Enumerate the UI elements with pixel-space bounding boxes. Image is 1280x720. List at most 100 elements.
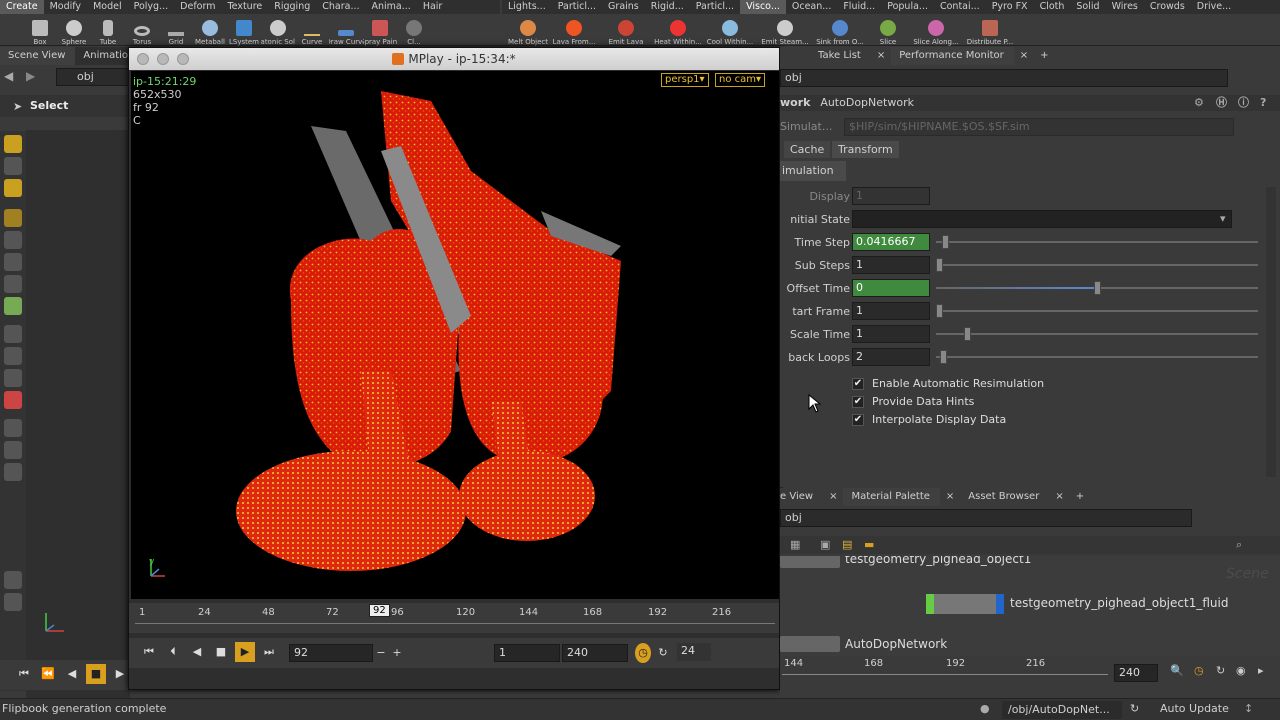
tab-asset-browser[interactable]: Asset Browser: [960, 488, 1049, 506]
viewport-options-icon[interactable]: [4, 571, 22, 589]
shelf-tab-character[interactable]: Chara...: [316, 0, 365, 14]
sub-steps-field[interactable]: 1: [852, 256, 930, 274]
tool-sink-from[interactable]: Sink from O...: [814, 14, 866, 46]
realtime-icon[interactable]: ◷: [635, 643, 651, 663]
shelf-tab-rigging[interactable]: Rigging: [268, 0, 316, 14]
main-end-frame-field[interactable]: 240: [1114, 664, 1158, 682]
param-scrollbar[interactable]: [1266, 187, 1276, 477]
step-back-key-icon[interactable]: ⏪: [38, 664, 58, 684]
viewport-shading-icon[interactable]: [4, 593, 22, 611]
mplay-timeline[interactable]: 1 24 48 72 96 120 144 168 192 216 92: [129, 603, 779, 633]
close-tree-icon[interactable]: ×: [823, 488, 843, 506]
shelf-tab-drive[interactable]: Drive...: [1191, 0, 1237, 14]
close-take-list-icon[interactable]: ×: [871, 47, 891, 65]
persp-menu[interactable]: persp1▾: [661, 73, 709, 87]
node-fluid[interactable]: [926, 594, 1004, 614]
mp-jump-start-icon[interactable]: ⏮: [139, 642, 159, 662]
param-path-field[interactable]: obj: [780, 69, 1228, 87]
path-field[interactable]: obj: [56, 68, 130, 86]
shelf-tab-lights[interactable]: Lights...: [502, 0, 552, 14]
tool-draw-curve[interactable]: Draw Curve: [329, 14, 363, 46]
help-icon[interactable]: ?: [1260, 95, 1266, 111]
paint-tool-icon[interactable]: [4, 157, 22, 175]
stop-icon[interactable]: ■: [86, 664, 106, 684]
time-step-slider[interactable]: [936, 235, 1258, 249]
shelf-tab-particles[interactable]: Particl...: [552, 0, 602, 14]
tool-lsystem[interactable]: LSystem: [227, 14, 261, 46]
mplay-viewport[interactable]: ip-15:21:29 652x530 fr 92 C persp1▾ no c…: [131, 71, 779, 599]
mp-jump-end-icon[interactable]: ⏭: [259, 642, 279, 662]
scale-time-slider[interactable]: [936, 327, 1258, 341]
loop-icon[interactable]: ↻: [655, 643, 671, 663]
interpolate-checkbox[interactable]: ✔: [852, 414, 864, 426]
refresh-icon[interactable]: ↻: [1130, 702, 1139, 715]
network-path-field[interactable]: obj: [780, 509, 1192, 527]
update-mode-chevron-icon[interactable]: ↕: [1244, 702, 1253, 715]
rotate-tool-icon[interactable]: [4, 231, 22, 249]
bundle-icon[interactable]: ▬: [864, 538, 874, 551]
feedback-loops-slider[interactable]: [936, 350, 1258, 364]
network-editor[interactable]: Scene testgeometry_pighead_object1 testg…: [780, 556, 1280, 656]
tool-heat-within[interactable]: Heat Within...: [652, 14, 704, 46]
shelf-tab-viscous[interactable]: Visco...: [740, 0, 786, 14]
mp-play-icon[interactable]: ▶: [235, 642, 255, 662]
current-frame-marker[interactable]: 92: [369, 604, 390, 617]
tool-tube[interactable]: Tube: [91, 14, 125, 46]
shelf-tab-container[interactable]: Contai...: [934, 0, 986, 14]
camera-menu[interactable]: no cam▾: [715, 73, 766, 87]
view-tool-icon[interactable]: [4, 325, 22, 343]
slider-knob[interactable]: [1094, 281, 1101, 295]
brush-tool-icon[interactable]: [4, 179, 22, 197]
time-step-field[interactable]: 0.0416667: [852, 233, 930, 251]
tab-transform[interactable]: Transform: [832, 141, 899, 158]
resim-checkbox[interactable]: ✔: [852, 378, 864, 390]
shelf-tab-polygon[interactable]: Polyg...: [128, 0, 175, 14]
layout-icon[interactable]: ▣: [820, 538, 830, 551]
shelf-tab-deform[interactable]: Deform: [174, 0, 221, 14]
node-pighead[interactable]: [780, 556, 840, 568]
tool-clip[interactable]: Cl...: [397, 14, 431, 46]
node-autodop[interactable]: [780, 636, 840, 652]
frame-increment-icon[interactable]: +: [389, 643, 405, 663]
tool-distribute[interactable]: Distribute P...: [962, 14, 1018, 46]
mp-play-reverse-icon[interactable]: ◀: [187, 642, 207, 662]
slider-knob[interactable]: [940, 350, 947, 364]
tool-slice[interactable]: Slice: [866, 14, 910, 46]
shelf-tab-crowds[interactable]: Crowds: [1144, 0, 1191, 14]
mp-stop-icon[interactable]: ■: [211, 642, 231, 662]
fps-field[interactable]: 24: [677, 643, 711, 661]
tool-spray-paint[interactable]: Spray Paint: [363, 14, 397, 46]
tab-take-list[interactable]: Take List: [810, 47, 871, 65]
tab-tree-view[interactable]: e View: [780, 488, 823, 506]
handle-tool-icon[interactable]: [4, 275, 22, 293]
slider-knob[interactable]: [936, 258, 943, 272]
mp-step-back-icon[interactable]: ⏴: [163, 642, 183, 662]
start-frame-param-field[interactable]: 1: [852, 302, 930, 320]
info-icon[interactable]: ⓘ: [1238, 95, 1249, 111]
shelf-tab-ocean[interactable]: Ocean...: [786, 0, 837, 14]
pose-tool-icon[interactable]: [4, 297, 22, 315]
forward-arrow-icon[interactable]: ▶: [26, 69, 40, 83]
scale-tool-icon[interactable]: [4, 253, 22, 271]
tab-performance-monitor[interactable]: Performance Monitor: [891, 47, 1014, 65]
shelf-tab-particles2[interactable]: Particl...: [690, 0, 740, 14]
shelf-tab-animation[interactable]: Anima...: [366, 0, 417, 14]
tool-cool-within[interactable]: Cool Within...: [704, 14, 756, 46]
shelf-tab-model[interactable]: Model: [87, 0, 128, 14]
tool-emit-lava[interactable]: Emit Lava: [600, 14, 652, 46]
offset-time-slider[interactable]: [936, 281, 1258, 295]
shelf-tab-rigid[interactable]: Rigid...: [645, 0, 690, 14]
main-timeline[interactable]: 144 168 192 216 240 🔍 ◷ ↻ ◉ ▸: [780, 658, 1280, 684]
shelf-tab-create[interactable]: Create: [0, 0, 44, 14]
scale-time-field[interactable]: 1: [852, 325, 930, 343]
realtime-main-icon[interactable]: ◷: [1194, 664, 1204, 677]
move-tool-icon[interactable]: [4, 209, 22, 227]
select-tool-icon[interactable]: [4, 135, 22, 153]
add-tab-icon[interactable]: +: [1034, 47, 1054, 65]
shelf-tab-populate[interactable]: Popula...: [881, 0, 934, 14]
tool-melt-object[interactable]: Melt Object: [508, 14, 548, 46]
gear-icon[interactable]: ⚙: [1194, 95, 1204, 111]
shelf-tab-texture[interactable]: Texture: [221, 0, 268, 14]
key-icon[interactable]: 🔍: [1170, 664, 1184, 677]
close-perf-icon[interactable]: ×: [1014, 47, 1034, 65]
